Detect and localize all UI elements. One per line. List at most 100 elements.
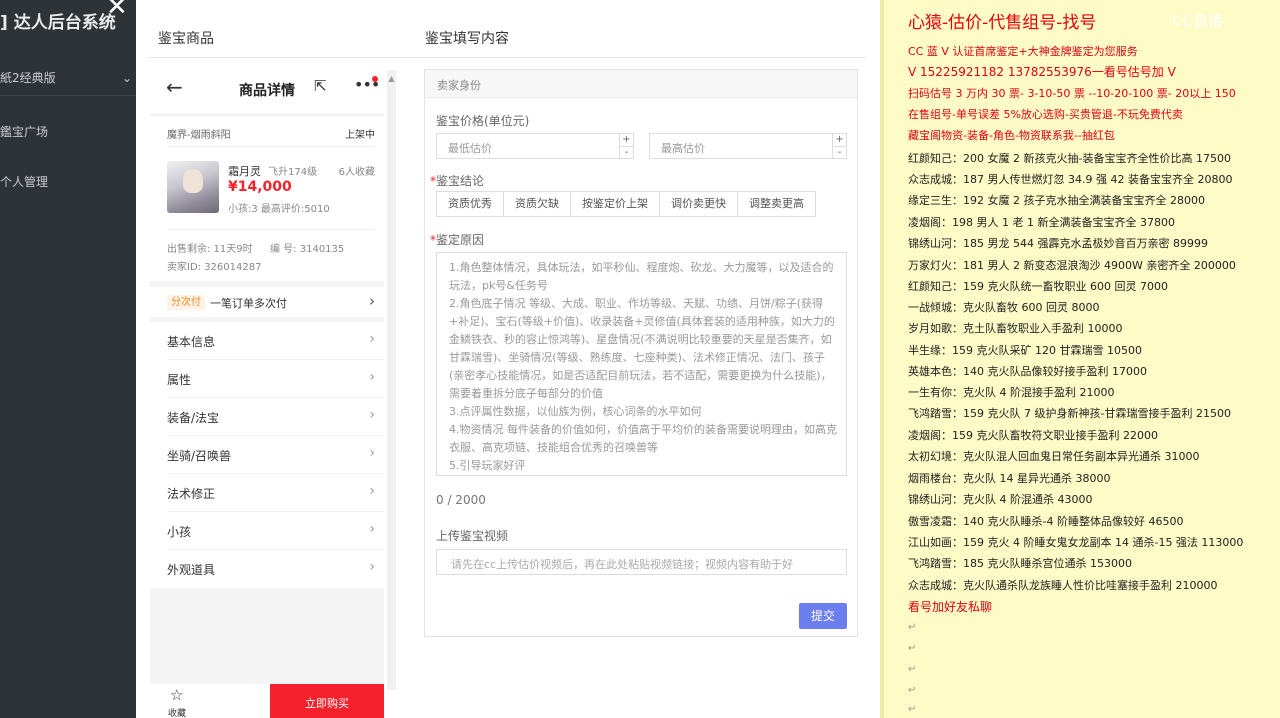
installment-text: 一笔订单多次付 bbox=[210, 297, 287, 310]
video-link-input[interactable]: 请先在cc上传估价视频后，再在此处粘贴视频链接；视频内容有助于好 bbox=[436, 549, 847, 575]
sidebar-item-plaza[interactable]: 鑑宝广场 bbox=[0, 123, 48, 140]
sidebar: ] 达人后台系统 紙2经典版 ⌄ 鑑宝广场 个人管理 bbox=[0, 0, 136, 718]
note-line: 一生有你：克火队 4 阶混接手盈利 21000 bbox=[908, 386, 1115, 399]
conclusion-option[interactable]: 资质欠缺 bbox=[503, 191, 571, 217]
conclusion-option[interactable]: 按鉴定价上架 bbox=[570, 191, 660, 217]
note-line: 英雄本色：140 克火队品像较好接手盈利 17000 bbox=[908, 365, 1147, 378]
note-line: 烟雨楼台：克火队 14 星异光通杀 38000 bbox=[908, 472, 1111, 485]
conclusion-option[interactable]: 资质优秀 bbox=[436, 191, 504, 217]
conclusion-option[interactable]: 调整卖更高 bbox=[737, 191, 816, 217]
reason-placeholder-line: 3.点评属性数据，以仙族为例，核心词条的水平如何 bbox=[449, 405, 702, 418]
note-line: 众志成城：克火队通杀队龙族睡人性价比哇塞接手盈利 210000 bbox=[908, 579, 1218, 592]
min-price-placeholder: 最低估价 bbox=[448, 142, 492, 155]
version-selector[interactable]: 紙2经典版 ⌄ bbox=[0, 60, 136, 96]
note-line: 万家灯火：181 男人 2 新变态混浪淘沙 4900W 亲密齐全 200000 bbox=[908, 259, 1236, 272]
buy-now-button[interactable]: 立即购买 bbox=[270, 684, 384, 718]
reason-label: *鉴定原因 bbox=[430, 231, 484, 248]
stream-watermark: CC直播 bbox=[1172, 12, 1223, 30]
list-item[interactable]: 外观道具 › bbox=[167, 550, 384, 588]
preview-scrollbar[interactable]: ▲ bbox=[387, 70, 396, 690]
note-line: 半生缘：159 克火队采矿 120 甘霖瑞雪 10500 bbox=[908, 344, 1142, 357]
decrement-button[interactable]: - bbox=[620, 146, 633, 158]
conclusion-text: 鉴宝结论 bbox=[436, 174, 485, 188]
reason-textarea[interactable]: 1.角色整体情况，具体玩法，如平秒仙、程度炮、砍龙、大力魔等，以及适合的玩法，p… bbox=[436, 252, 847, 476]
list-item[interactable]: 装备/法宝 › bbox=[167, 398, 384, 436]
reason-text: 鉴定原因 bbox=[436, 233, 485, 247]
list-item[interactable]: 属性 › bbox=[167, 360, 384, 398]
close-icon[interactable]: ✕ bbox=[106, 0, 128, 20]
min-price-input[interactable]: 最低估价 + - bbox=[436, 133, 634, 159]
character-name: 霜月灵 bbox=[228, 165, 261, 178]
note-line: 红颜知己：159 克火队统一畜牧职业 600 回灵 7000 bbox=[908, 280, 1168, 293]
product-detail-title: 商品详情 bbox=[239, 83, 295, 99]
preview-nav-bar: ← 商品详情 ⇱ ••• bbox=[150, 63, 384, 113]
chevron-right-icon: › bbox=[369, 292, 375, 310]
chevron-right-icon: › bbox=[369, 521, 375, 537]
product-number: 编 号: 3140135 bbox=[270, 244, 345, 255]
appraisal-modal: 鉴宝商品 鉴宝填写内容 ← 商品详情 ⇱ ••• 魔界-烟雨斜阳 上架中 霜月灵… bbox=[136, 0, 880, 718]
listing-status: 上架中 bbox=[345, 130, 375, 141]
note-line: 江山如画：159 克火 4 阶睡女鬼女龙副本 14 通杀-15 强法 11300… bbox=[908, 536, 1244, 549]
left-panel-title: 鉴宝商品 bbox=[158, 31, 214, 47]
note-line: 众志成城：187 男人传世燃灯忽 34.9 强 42 装备宝宝齐全 20800 bbox=[908, 173, 1233, 186]
note-red-line: CC 蓝 V 认证首席鉴定+大神金牌鉴定为您服务 bbox=[908, 45, 1138, 58]
favorite-button[interactable]: ☆ 收藏 bbox=[150, 684, 270, 718]
header-divider bbox=[148, 57, 866, 58]
section-title: 卖家身份 bbox=[437, 79, 481, 92]
note-line: 缘定三生：192 女魔 2 孩子克水抽全满装备宝宝齐全 28000 bbox=[908, 194, 1205, 207]
note-line: 岁月如歌：克土队畜牧职业入手盈利 10000 bbox=[908, 322, 1123, 335]
reason-placeholder-line: 4.物资情况 每件装备的价值如何，价值高于平均价的装备需要说明理由，如高克衣服、… bbox=[449, 423, 837, 454]
list-item[interactable]: 法术修正 › bbox=[167, 474, 384, 512]
note-line: 凌烟阁：198 男人 1 老 1 新全满装备宝宝齐全 37800 bbox=[908, 216, 1175, 229]
favorite-count: 6人收藏 bbox=[338, 167, 375, 178]
section-label: 坐骑/召唤兽 bbox=[167, 449, 232, 463]
note-line: 凌烟阁：159 克火队畜牧符文职业接手盈利 22000 bbox=[908, 429, 1158, 442]
character-stats: 小孩:3 最高评价:5010 bbox=[228, 204, 330, 215]
star-icon: ☆ bbox=[170, 686, 184, 704]
conclusion-label: *鉴宝结论 bbox=[430, 172, 484, 189]
max-price-stepper[interactable]: + - bbox=[832, 134, 846, 158]
installment-row[interactable]: 分次付 一笔订单多次付 › bbox=[150, 287, 384, 317]
section-label: 小孩 bbox=[167, 525, 192, 539]
list-item[interactable]: 小孩 › bbox=[167, 512, 384, 550]
paragraph-mark: ↵ bbox=[908, 622, 917, 633]
note-red-line: V 15225921182 13782553976一看号估号加 V bbox=[908, 65, 1176, 79]
share-icon[interactable]: ⇱ bbox=[314, 77, 327, 95]
note-line: 飞鸿踏雪：159 克火队 7 级护身新神孩-甘霖瑞雪接手盈利 21500 bbox=[908, 407, 1231, 420]
min-price-stepper[interactable]: + - bbox=[619, 134, 633, 158]
increment-button[interactable]: + bbox=[620, 134, 633, 146]
conclusion-option[interactable]: 调价卖更快 bbox=[659, 191, 738, 217]
chevron-right-icon: › bbox=[369, 407, 375, 423]
appraisal-form: 卖家身份 鉴宝价格(单位元) 最低估价 + - 最高估价 + - *鉴宝结论 资质优… bbox=[424, 69, 858, 637]
decrement-button[interactable]: - bbox=[833, 146, 846, 158]
note-line: 傲雪凌霜：140 克火队睡杀-4 阶睡整体品像较好 46500 bbox=[908, 515, 1184, 528]
note-line: 锦绣山河：克火队 4 阶混通杀 43000 bbox=[908, 493, 1093, 506]
submit-button[interactable]: 提交 bbox=[799, 603, 847, 629]
max-price-input[interactable]: 最高估价 + - bbox=[649, 133, 847, 159]
character-level: 飞升174级 bbox=[268, 167, 318, 178]
section-label: 法术修正 bbox=[167, 487, 216, 501]
right-panel-title: 鉴宝填写内容 bbox=[425, 31, 509, 47]
version-label: 紙2经典版 bbox=[0, 71, 56, 85]
scroll-up-icon[interactable]: ▲ bbox=[388, 74, 395, 84]
section-list: 基本信息 › 属性 › 装备/法宝 › 坐骑/召唤兽 › 法术修正 › 小孩 › 外观道具 › bbox=[150, 322, 384, 588]
installment-tag: 分次付 bbox=[167, 295, 205, 310]
paragraph-mark: ↵ bbox=[908, 664, 917, 675]
note-red-line: 在售组号-单号误差 5%放心选购-买贵管退-不玩免费代卖 bbox=[908, 108, 1183, 121]
section-label: 装备/法宝 bbox=[167, 411, 220, 425]
video-placeholder: 请先在cc上传估价视频后，再在此处粘贴视频链接；视频内容有助于好 bbox=[451, 558, 794, 571]
increment-button[interactable]: + bbox=[833, 134, 846, 146]
list-item[interactable]: 坐骑/召唤兽 › bbox=[167, 436, 384, 474]
reason-placeholder-line: 5.引导玩家好评 bbox=[449, 459, 526, 472]
note-line: 太初幻境：克火队混人回血鬼日常任务副本异光通杀 31000 bbox=[908, 450, 1200, 463]
list-item[interactable]: 基本信息 › bbox=[167, 322, 384, 360]
section-label: 基本信息 bbox=[167, 335, 216, 349]
note-title: 心猿-估价-代售组号-找号 bbox=[908, 13, 1097, 33]
preview-footer: ☆ 收藏 立即购买 bbox=[150, 684, 384, 718]
price-label: 鉴宝价格(单位元) bbox=[436, 114, 530, 128]
sidebar-item-personal[interactable]: 个人管理 bbox=[0, 173, 48, 190]
sale-remaining: 出售剩余: 11天9时 bbox=[167, 244, 253, 255]
chevron-right-icon: › bbox=[369, 331, 375, 347]
section-header: 卖家身份 bbox=[425, 70, 857, 98]
section-label: 属性 bbox=[167, 373, 192, 387]
